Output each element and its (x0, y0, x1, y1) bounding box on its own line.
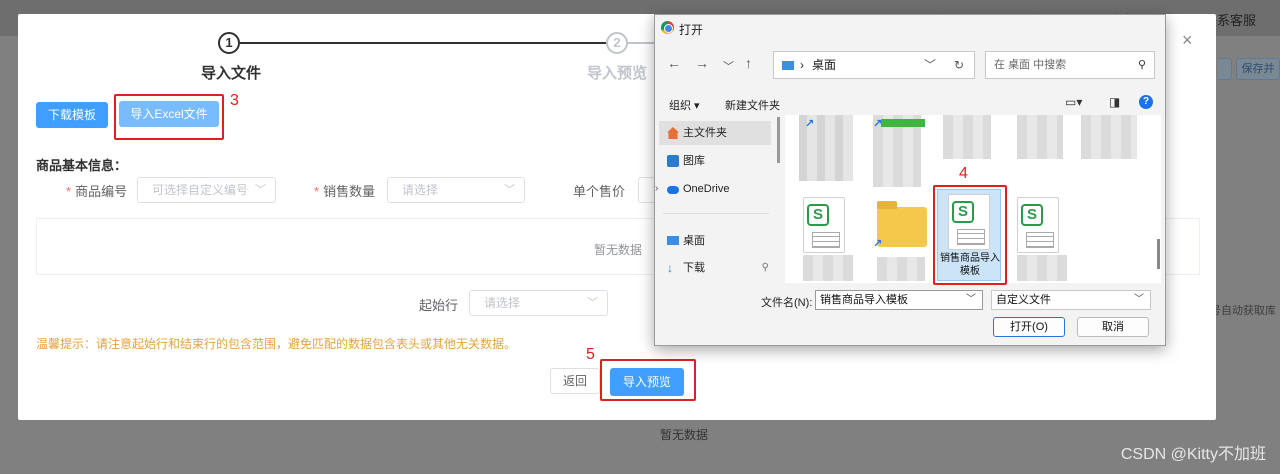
close-icon[interactable]: × (1182, 30, 1193, 51)
file-type-value: 自定义文件 (996, 294, 1051, 306)
blurred-file[interactable] (1081, 115, 1137, 159)
sales-quantity-label: * 销售数量 (314, 184, 376, 199)
view-options-icon[interactable]: ▭▾ (1065, 95, 1082, 109)
chevron-down-icon: ﹀ (587, 297, 598, 309)
dialog-title: 打开 (679, 23, 704, 37)
annotation-number-5: 5 (586, 346, 595, 363)
step-2-circle: 2 (606, 32, 628, 54)
shortcut-arrow-icon: ↗ (805, 118, 815, 130)
warning-tip: 温馨提示：请注意起始行和结束行的包含范围，避免匹配的数据包含表头或其他无关数据。 (36, 337, 517, 351)
nav-item-onedrive[interactable]: › OneDrive (655, 177, 771, 201)
file-open-dialog: 打开 ← → ﹀ ↑ › 桌面 ﹀ ↻ 在 桌面 中搜索 ⚲ 组织 ▾ 新建文件夹… (654, 14, 1166, 346)
recent-chevron-icon[interactable]: ﹀ (723, 58, 734, 74)
blurred-file[interactable] (943, 115, 991, 159)
annotation-number-3: 3 (230, 92, 239, 109)
file-type-select[interactable]: 自定义文件 ﹀ (991, 290, 1151, 310)
organize-menu[interactable]: 组织 ▾ (669, 97, 700, 113)
address-bar[interactable]: › 桌面 ﹀ ↻ (773, 51, 975, 79)
search-input[interactable]: 在 桌面 中搜索 ⚲ (985, 51, 1155, 79)
desktop-folder-icon (782, 61, 794, 71)
green-bar-icon (881, 119, 925, 127)
bg-empty-text: 暂无数据 (660, 428, 709, 442)
step-2-title: 导入预览 (587, 65, 648, 82)
nav-item-label: 图库 (683, 155, 705, 167)
blurred-filename (1017, 255, 1067, 281)
nav-item-label: 下载 (683, 262, 705, 274)
cancel-button[interactable]: 取消 (1077, 317, 1149, 337)
nav-scrollbar[interactable] (777, 117, 780, 163)
blurred-filename (877, 257, 925, 281)
home-icon (667, 127, 679, 139)
chevron-down-icon: ﹀ (504, 184, 515, 196)
filename-label: 文件名(N): (761, 297, 813, 309)
desktop-icon (667, 236, 679, 245)
nav-item-home[interactable]: 主文件夹 (659, 121, 771, 145)
step-1-circle: 1 (218, 32, 240, 54)
folder-icon[interactable] (877, 201, 927, 247)
watermark: CSDN @Kitty不加班 (1120, 446, 1266, 463)
shortcut-arrow-icon: ↗ (873, 238, 883, 250)
annotation-box-4 (933, 185, 1007, 285)
nav-item-label: 桌面 (683, 235, 705, 247)
product-code-label: * 商品编号 (66, 184, 128, 199)
chrome-icon (661, 21, 674, 34)
breadcrumb-separator: › (800, 58, 804, 72)
chevron-down-icon: ﹀ (255, 184, 266, 196)
nav-divider (663, 213, 769, 214)
cloud-icon (667, 186, 679, 194)
start-row-select[interactable]: 请选择 ﹀ (469, 290, 608, 316)
blurred-file[interactable] (1017, 115, 1063, 159)
preview-pane-icon[interactable]: ◨ (1109, 95, 1120, 109)
new-folder-button[interactable]: 新建文件夹 (725, 97, 780, 113)
step-line (628, 42, 654, 44)
annotation-number-4: 4 (959, 165, 968, 182)
nav-item-label: 主文件夹 (683, 127, 727, 139)
sales-quantity-select[interactable]: 请选择 ﹀ (387, 177, 525, 203)
nav-item-downloads[interactable]: ↓ 下载 ⚲ (659, 256, 771, 280)
start-row-label: 起始行 (419, 298, 459, 313)
search-icon: ⚲ (1137, 59, 1146, 71)
nav-item-desktop[interactable]: 桌面 (659, 229, 771, 253)
search-placeholder: 在 桌面 中搜索 (994, 59, 1067, 71)
table-empty-text: 暂无数据 (594, 243, 643, 257)
filename-input[interactable]: 销售商品导入模板 ﹀ (815, 290, 983, 310)
shortcut-arrow-icon: ↗ (873, 118, 883, 130)
unit-price-label: 单个售价 (573, 184, 626, 199)
back-button[interactable]: 返回 (550, 368, 600, 394)
gallery-icon (667, 155, 679, 167)
download-icon: ↓ (667, 261, 673, 275)
section-title: 商品基本信息： (36, 158, 128, 173)
chevron-down-icon[interactable]: ﹀ (924, 52, 936, 78)
product-code-select[interactable]: 可选择自定义编号 ﹀ (137, 177, 276, 203)
expand-chevron-icon[interactable]: › (655, 177, 658, 201)
open-button[interactable]: 打开(O) (993, 317, 1065, 337)
download-template-button[interactable]: 下载模板 (36, 102, 108, 128)
address-text: 桌面 (812, 58, 837, 72)
help-icon[interactable]: ? (1139, 95, 1153, 109)
back-arrow-icon[interactable]: ← (667, 55, 681, 71)
up-arrow-icon[interactable]: ↑ (745, 55, 752, 71)
nav-item-label: OneDrive (683, 183, 730, 195)
chevron-down-icon[interactable]: ﹀ (1134, 291, 1144, 309)
refresh-icon[interactable]: ↻ (954, 52, 964, 78)
step-1-title: 导入文件 (201, 65, 262, 82)
annotation-box-5 (600, 359, 696, 401)
nav-item-gallery[interactable]: 图库 (659, 149, 771, 173)
annotation-box-3 (114, 94, 224, 140)
filename-value: 销售商品导入模板 (820, 294, 908, 306)
chevron-down-icon[interactable]: ﹀ (966, 291, 976, 309)
bg-hint-text: 号自动获取库 (1210, 305, 1276, 317)
bg-save-button[interactable]: 保存并 (1236, 58, 1280, 80)
step-line (240, 42, 606, 44)
pin-icon: ⚲ (761, 262, 769, 273)
navigation-pane: 主文件夹 图库 › OneDrive 桌面 ↓ 下载 ⚲ (655, 115, 777, 283)
file-list-scrollbar[interactable] (1157, 239, 1160, 269)
forward-arrow-icon[interactable]: → (695, 55, 709, 71)
bg-button[interactable] (1218, 58, 1232, 80)
spreadsheet-file-icon[interactable]: S (803, 197, 845, 253)
blurred-filename (803, 255, 853, 281)
spreadsheet-file-icon[interactable]: S (1017, 197, 1059, 253)
